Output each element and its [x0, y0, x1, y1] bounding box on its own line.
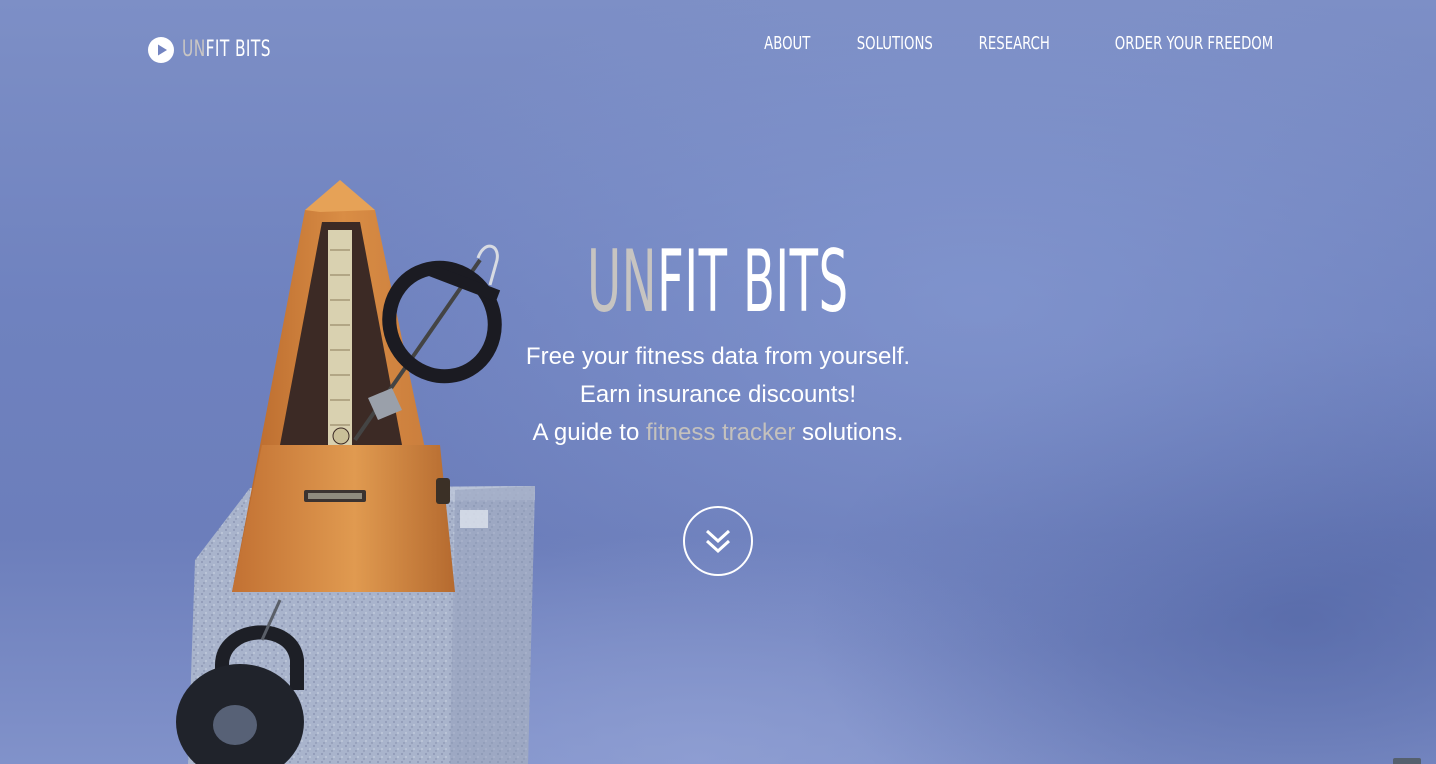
- tagline-line-3: A guide to fitness tracker solutions.: [0, 414, 1436, 452]
- nav-link-order-your-freedom[interactable]: ORDER YOUR FREEDOM: [1115, 32, 1273, 56]
- logo-text: UNFIT BITS: [182, 36, 271, 64]
- main-nav: ABOUT SOLUTIONS RESEARCH ORDER YOUR FREE…: [724, 32, 1273, 56]
- play-circle-icon: [148, 37, 174, 63]
- site-logo[interactable]: UNFIT BITS: [148, 36, 296, 64]
- nav-link-solutions[interactable]: SOLUTIONS: [857, 32, 933, 56]
- scroll-down-button[interactable]: [683, 506, 753, 576]
- tagline-accent-link: fitness tracker: [645, 419, 796, 446]
- hero-title-un: UN: [587, 232, 658, 332]
- hero-title-rest: FIT BITS: [657, 232, 849, 332]
- tagline-line-2: Earn insurance discounts!: [579, 381, 857, 408]
- tagline-line-3-suffix: solutions.: [795, 419, 904, 446]
- double-chevron-down-icon: [705, 529, 731, 554]
- corner-widget-tab[interactable]: [1393, 758, 1421, 764]
- nav-link-research[interactable]: RESEARCH: [979, 32, 1050, 56]
- tagline-line-3-prefix: A guide to: [532, 419, 646, 446]
- hero-title: UNFIT BITS: [587, 232, 849, 332]
- hero: UNFIT BITS Free your fitness data from y…: [0, 232, 1436, 452]
- nav-link-about[interactable]: ABOUT: [764, 32, 810, 56]
- logo-text-rest: FIT BITS: [205, 37, 271, 62]
- tagline-line-1: Free your fitness data from yourself.: [525, 343, 911, 370]
- logo-text-un: UN: [182, 37, 206, 62]
